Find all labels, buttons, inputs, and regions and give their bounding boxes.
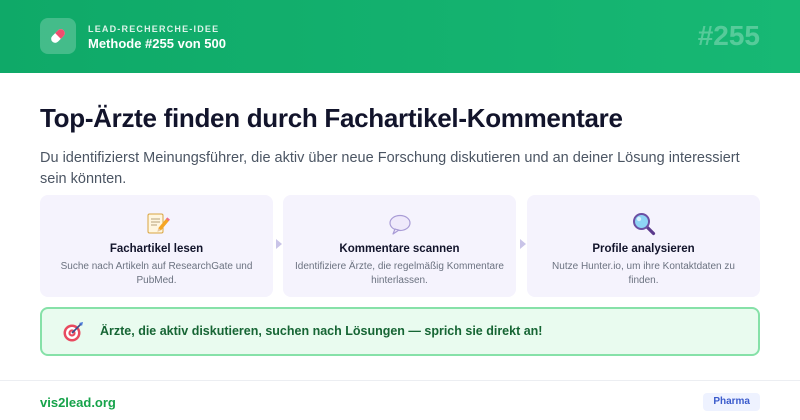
brand-link[interactable]: vis2lead.org [40,395,116,410]
target-dart-icon [62,321,84,343]
steps-row: Fachartikel lesen Suche nach Artikeln au… [40,195,760,297]
magnifier-icon [527,211,760,237]
header-kicker: LEAD-RECHERCHE-IDEE [88,24,220,34]
header-bar: LEAD-RECHERCHE-IDEE Methode #255 von 500… [0,0,800,73]
method-counter: Methode #255 von 500 [88,36,226,51]
method-number-watermark: #255 [697,20,760,51]
key-insight-callout: Ärzte, die aktiv diskutieren, suchen nac… [40,307,760,356]
speech-bubble-icon [283,211,516,237]
step-title: Fachartikel lesen [109,243,204,255]
memo-pencil-icon [40,211,273,237]
pill-icon [40,18,76,54]
step-title: Kommentare scannen [339,243,460,255]
page-subtitle: Du identifizierst Meinungsführer, die ak… [40,150,740,187]
footer-divider [0,380,800,381]
step-title: Profile analysieren [592,243,695,255]
page-title: Top-Ärzte finden durch Fachartikel-Komme… [40,103,623,133]
step-card-analyze-profiles: Profile analysieren Nutze Hunter.io, um … [527,195,760,297]
callout-text: Ärzte, die aktiv diskutieren, suchen nac… [100,324,543,338]
step-description: Suche nach Artikeln auf ResearchGate und… [60,261,253,286]
step-card-read-articles: Fachartikel lesen Suche nach Artikeln au… [40,195,273,297]
chevron-right-icon [520,239,526,249]
step-description: Nutze Hunter.io, um ihre Kontaktdaten zu… [552,261,735,286]
step-description: Identifiziere Ärzte, die regelmäßig Komm… [295,261,504,286]
chevron-right-icon [276,239,282,249]
step-card-scan-comments: Kommentare scannen Identifiziere Ärzte, … [283,195,516,297]
category-badge: Pharma [703,393,760,411]
